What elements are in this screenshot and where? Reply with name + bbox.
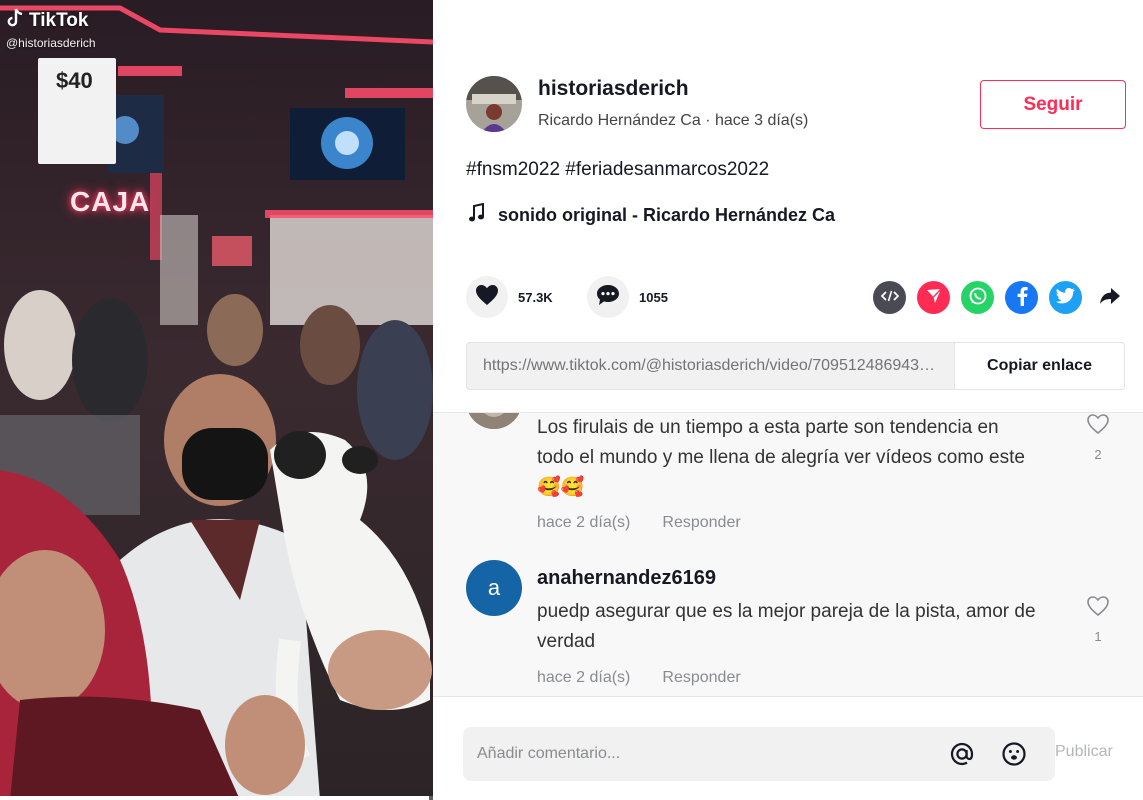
video-caption[interactable]: #fnsm2022 #feriadesanmarcos2022	[466, 159, 769, 181]
like-count: 57.3K	[518, 289, 553, 305]
tiktok-watermark: TikTok @historiasderich	[6, 8, 96, 50]
reply-button[interactable]: Responder	[662, 514, 740, 532]
heart-outline-icon[interactable]	[1086, 596, 1110, 621]
follow-button[interactable]: Seguir	[980, 80, 1126, 129]
video-url[interactable]: https://www.tiktok.com/@historiasderich/…	[483, 357, 943, 375]
comment-time: hace 2 día(s)	[537, 669, 631, 686]
twitter-button[interactable]	[1049, 281, 1082, 314]
comment-username[interactable]: anahernandez6169	[537, 567, 716, 590]
comment-time: hace 2 día(s)	[537, 514, 631, 531]
copy-link-button[interactable]: Copiar enlace	[954, 343, 1124, 389]
watermark-handle: @historiasderich	[6, 36, 96, 50]
comment-like[interactable]: 2	[1083, 413, 1113, 462]
price-sign: $40	[38, 58, 116, 164]
comment-meta: hace 2 día(s) Responder	[537, 669, 741, 687]
avatar-letter: a	[487, 575, 501, 600]
facebook-icon	[1016, 286, 1028, 310]
comment-button[interactable]	[587, 276, 629, 318]
more-share-button[interactable]	[1093, 281, 1126, 314]
comment-composer: Publicar	[433, 696, 1143, 800]
tiktok-logo-icon	[6, 8, 24, 34]
comment-avatar[interactable]: a	[466, 560, 522, 616]
comment-input-box	[463, 727, 1055, 781]
video-progress-bar[interactable]	[0, 796, 433, 800]
publish-button[interactable]: Publicar	[1055, 743, 1113, 761]
music-link[interactable]: sonido original - Ricardo Hernández Ca	[468, 202, 836, 227]
video-detail-panel: historiasderich Ricardo Hernández Ca · h…	[433, 0, 1143, 800]
emoji-icon[interactable]	[999, 739, 1029, 769]
comment-count: 1055	[639, 289, 668, 305]
whatsapp-button[interactable]	[961, 281, 994, 314]
video-progress-fill	[0, 796, 429, 800]
comment-input[interactable]	[463, 727, 933, 781]
comment-like-count: 2	[1094, 447, 1102, 462]
comment-list[interactable]: Los firulais de un tiempo a esta parte s…	[433, 412, 1143, 696]
comment-meta: hace 2 día(s) Responder	[537, 514, 741, 532]
price-text: $40	[56, 68, 93, 93]
comment-like[interactable]: 1	[1083, 595, 1113, 644]
comment-stat[interactable]: 1055	[587, 276, 668, 318]
like-stat[interactable]: 57.3K	[466, 276, 553, 318]
comment-like-count: 1	[1094, 629, 1102, 644]
comment-text: puedp asegurar que es la mejor pareja de…	[537, 601, 1036, 652]
send-icon	[926, 288, 942, 308]
comment-avatar[interactable]	[466, 413, 522, 429]
author-username[interactable]: historiasderich	[538, 77, 689, 101]
like-button[interactable]	[466, 276, 508, 318]
music-label: sonido original - Ricardo Hernández Ca	[498, 204, 836, 225]
heart-icon	[475, 284, 499, 310]
author-avatar[interactable]	[466, 76, 522, 132]
music-note-icon	[468, 202, 486, 227]
author-subtitle: Ricardo Hernández Ca · hace 3 día(s)	[538, 112, 809, 129]
comment-text: Los firulais de un tiempo a esta parte s…	[537, 417, 1025, 498]
send-button[interactable]	[917, 281, 950, 314]
watermark-brand: TikTok	[29, 10, 89, 31]
embed-icon	[880, 288, 899, 307]
twitter-icon	[1055, 287, 1076, 308]
whatsapp-icon	[968, 286, 988, 310]
heart-outline-icon[interactable]	[1086, 414, 1110, 439]
caja-sign: CAJA	[70, 186, 151, 217]
facebook-button[interactable]	[1005, 281, 1038, 314]
comment-bubble-icon	[596, 284, 620, 310]
embed-button[interactable]	[873, 281, 906, 314]
video-player[interactable]: $40 CAJA TikTok @historiasderich	[0, 0, 433, 800]
share-arrow-icon	[1099, 287, 1121, 309]
mention-icon[interactable]	[947, 739, 977, 769]
tiktok-video-page: $40 CAJA TikTok @historiasderich histori…	[0, 0, 1143, 800]
copy-link-box: https://www.tiktok.com/@historiasderich/…	[466, 342, 1125, 390]
reply-button[interactable]: Responder	[662, 669, 740, 687]
